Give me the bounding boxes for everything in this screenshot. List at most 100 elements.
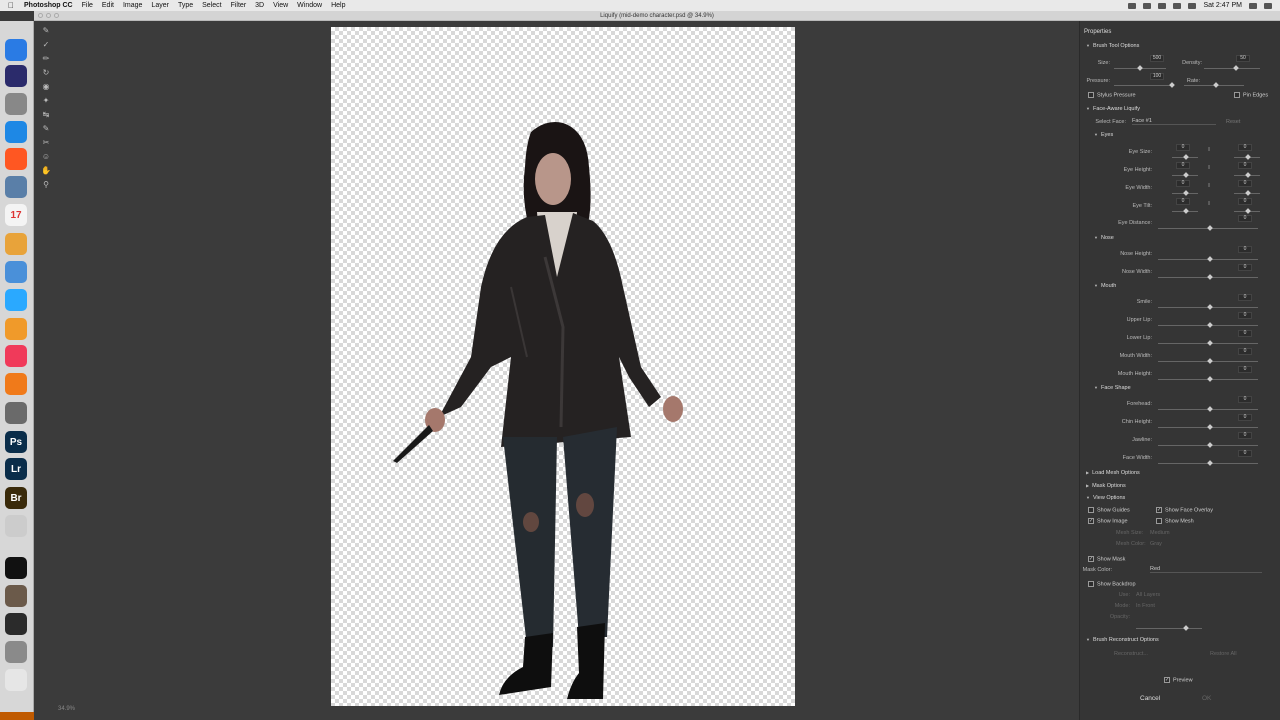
link-icon[interactable]: ‖ — [1208, 183, 1210, 189]
section-mouth[interactable]: Mouth — [1094, 283, 1116, 289]
books-icon[interactable] — [5, 373, 27, 395]
hand-tool-icon[interactable]: ✋ — [41, 166, 51, 176]
thaw-mask-tool-icon[interactable]: ✂ — [41, 138, 51, 148]
preview-icon[interactable] — [5, 176, 27, 198]
face-shape-slider-2[interactable] — [1158, 442, 1258, 448]
thumb-1-icon[interactable] — [5, 585, 27, 607]
mesh-size-dropdown[interactable]: Medium — [1150, 530, 1170, 536]
face-shape-slider-0[interactable] — [1158, 406, 1258, 412]
eye-r-input-2[interactable]: 0 — [1238, 180, 1252, 187]
cancel-button[interactable]: Cancel — [1140, 695, 1160, 702]
stylus-pressure-checkbox[interactable]: Stylus Pressure — [1088, 92, 1136, 98]
eye-l-slider-0[interactable] — [1172, 154, 1198, 160]
menu-filter[interactable]: Filter — [231, 2, 247, 9]
terminal-icon[interactable] — [5, 557, 27, 579]
section-load-mesh-options[interactable]: Load Mesh Options — [1086, 470, 1140, 476]
backdrop-mode-dropdown[interactable]: In Front — [1136, 603, 1155, 609]
show-face-overlay-checkbox[interactable]: ✓ Show Face Overlay — [1156, 507, 1213, 513]
siri-icon[interactable] — [5, 65, 27, 87]
menu-help[interactable]: Help — [331, 2, 345, 9]
photoshop-icon[interactable]: Ps — [5, 431, 27, 453]
eye-r-slider-1[interactable] — [1234, 172, 1260, 178]
eye-l-input-0[interactable]: 0 — [1176, 144, 1190, 151]
mouth-input-0[interactable]: 0 — [1238, 294, 1252, 301]
smooth-tool-icon[interactable]: ✏ — [41, 54, 51, 64]
section-face-shape[interactable]: Face Shape — [1094, 385, 1131, 391]
thumb-2-icon[interactable] — [5, 613, 27, 635]
eye-r-slider-2[interactable] — [1234, 190, 1260, 196]
section-eyes[interactable]: Eyes — [1094, 132, 1113, 138]
photos-icon[interactable] — [5, 233, 27, 255]
menu-clock[interactable]: Sat 2:47 PM — [1203, 2, 1242, 9]
eye-r-input-0[interactable]: 0 — [1238, 144, 1252, 151]
show-mask-checkbox[interactable]: ✓ Show Mask — [1088, 556, 1125, 562]
notification-center-icon[interactable] — [1264, 2, 1272, 9]
menu-app-name[interactable]: Photoshop CC — [24, 2, 73, 9]
brush-size-slider[interactable] — [1114, 65, 1166, 71]
section-brush-tool-options[interactable]: Brush Tool Options — [1086, 43, 1139, 49]
eye-distance-input[interactable]: 0 — [1238, 215, 1252, 222]
pin-edges-checkbox[interactable]: Pin Edges — [1234, 92, 1268, 98]
brush-pressure-slider[interactable] — [1114, 82, 1175, 88]
face-tool-icon[interactable]: ☺ — [41, 152, 51, 162]
pucker-tool-icon[interactable]: ◉ — [41, 82, 51, 92]
nose-input-1[interactable]: 0 — [1238, 264, 1252, 271]
show-mesh-checkbox[interactable]: Show Mesh — [1156, 518, 1194, 524]
eye-r-slider-0[interactable] — [1234, 154, 1260, 160]
backdrop-opacity-slider[interactable] — [1136, 625, 1202, 631]
finder-icon[interactable] — [5, 39, 27, 61]
brave-icon[interactable] — [5, 148, 27, 170]
mask-color-dropdown[interactable]: Red — [1150, 566, 1262, 573]
mouth-input-2[interactable]: 0 — [1238, 330, 1252, 337]
battery-icon[interactable] — [1188, 2, 1197, 9]
nose-slider-1[interactable] — [1158, 274, 1258, 280]
minimize-window-icon[interactable] — [46, 13, 51, 18]
face-shape-slider-1[interactable] — [1158, 424, 1258, 430]
menu-edit[interactable]: Edit — [102, 2, 114, 9]
restore-all-button[interactable]: Restore All — [1210, 651, 1237, 657]
preview-checkbox[interactable]: ✓ Preview — [1164, 677, 1193, 683]
backdrop-use-dropdown[interactable]: All Layers — [1136, 592, 1160, 598]
show-image-checkbox[interactable]: ✓ Show Image — [1088, 518, 1128, 524]
brush-rate-slider[interactable] — [1184, 82, 1244, 88]
link-icon[interactable]: ‖ — [1208, 147, 1210, 153]
menu-select[interactable]: Select — [202, 2, 221, 9]
trash-icon[interactable] — [5, 669, 27, 691]
menu-window[interactable]: Window — [297, 2, 322, 9]
section-mask-options[interactable]: Mask Options — [1086, 483, 1126, 489]
close-window-icon[interactable] — [38, 13, 43, 18]
ok-button[interactable]: OK — [1202, 695, 1211, 702]
mouth-slider-3[interactable] — [1158, 358, 1258, 364]
menu-view[interactable]: View — [273, 2, 288, 9]
reset-face-button[interactable]: Reset — [1226, 119, 1240, 125]
zoom-value[interactable]: 34.9% — [58, 706, 75, 712]
zoom-tool-icon[interactable]: ⚲ — [41, 180, 51, 190]
reconstruct-button[interactable]: Reconstruct... — [1114, 651, 1148, 657]
eye-l-slider-1[interactable] — [1172, 172, 1198, 178]
mail-icon[interactable] — [5, 261, 27, 283]
volume-icon[interactable] — [1173, 2, 1182, 9]
image-canvas[interactable] — [331, 27, 795, 706]
launchpad-icon[interactable] — [5, 93, 27, 115]
eye-r-input-3[interactable]: 0 — [1238, 198, 1252, 205]
face-shape-input-0[interactable]: 0 — [1238, 396, 1252, 403]
bridge-icon[interactable]: Br — [5, 487, 27, 509]
menu-file[interactable]: File — [82, 2, 93, 9]
mouth-input-1[interactable]: 0 — [1238, 312, 1252, 319]
show-guides-checkbox[interactable]: Show Guides — [1088, 507, 1130, 513]
select-face-dropdown[interactable]: Face #1 — [1132, 118, 1216, 125]
bloat-tool-icon[interactable]: ✦ — [41, 96, 51, 106]
mesh-color-dropdown[interactable]: Gray — [1150, 541, 1162, 547]
face-shape-input-2[interactable]: 0 — [1238, 432, 1252, 439]
calendar-icon[interactable]: 17 — [5, 204, 27, 226]
section-brush-reconstruct-options[interactable]: Brush Reconstruct Options — [1086, 637, 1159, 643]
eye-l-input-2[interactable]: 0 — [1176, 180, 1190, 187]
safari-icon[interactable] — [5, 121, 27, 143]
pages-icon[interactable] — [5, 318, 27, 340]
face-shape-slider-3[interactable] — [1158, 460, 1258, 466]
brush-density-slider[interactable] — [1204, 65, 1260, 71]
push-left-tool-icon[interactable]: ↹ — [41, 110, 51, 120]
music-icon[interactable] — [5, 345, 27, 367]
section-nose[interactable]: Nose — [1094, 235, 1114, 241]
section-face-aware-liquify[interactable]: Face-Aware Liquify — [1086, 106, 1140, 112]
